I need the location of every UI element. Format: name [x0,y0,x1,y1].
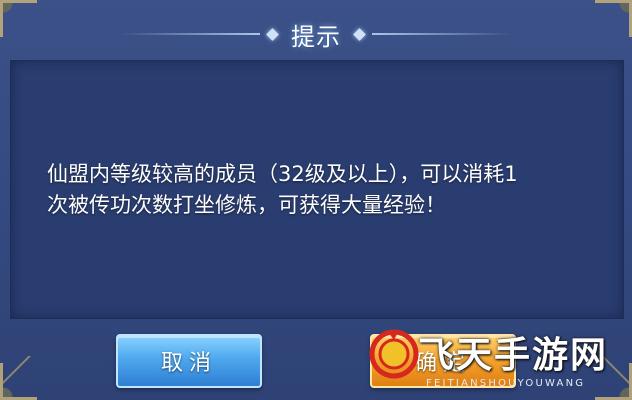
dialog-title: 提示 [291,22,341,51]
site-watermark: 飞天手游网 FEITIANSHOUYOUWANG [368,322,632,400]
title-divider-line [372,33,512,35]
dialog-message: 仙盟内等级较高的成员（32级及以上），可以消耗1 次被传功次数打坐修炼，可获得大… [27,159,607,221]
message-line: 仙盟内等级较高的成员（32级及以上），可以消耗1 [47,161,518,186]
watermark-logo-icon [369,329,419,379]
message-line: 次被传功次数打坐修炼，可获得大量经验！ [47,192,446,217]
cancel-button[interactable]: 取消 [116,334,262,388]
side-ornament-decoration [0,356,40,386]
watermark-subtext: FEITIANSHOUYOUWANG [426,378,586,389]
title-diamond-icon [266,27,279,41]
title-diamond-icon [353,27,366,41]
watermark-text: 飞天手游网 [418,335,609,376]
title-divider-line [120,33,260,35]
dialog-title-bar: 提示 [0,12,632,56]
message-panel: 仙盟内等级较高的成员（32级及以上），可以消耗1 次被传功次数打坐修炼，可获得大… [10,60,624,319]
tip-dialog: 提示 仙盟内等级较高的成员（32级及以上），可以消耗1 次被传功次数打坐修炼，可… [0,0,632,400]
